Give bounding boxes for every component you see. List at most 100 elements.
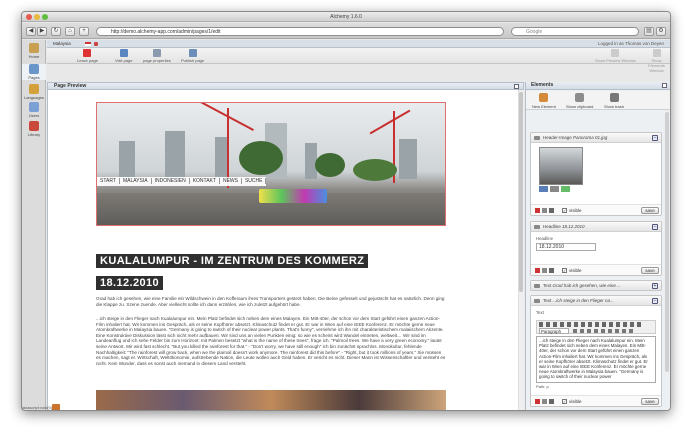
- publish-page-button[interactable]: Publish page: [181, 49, 204, 63]
- save-button[interactable]: save: [641, 398, 659, 405]
- element-footer: ✓ visible save: [531, 264, 661, 275]
- nav-languages[interactable]: Languages: [22, 84, 46, 100]
- building: [399, 139, 417, 179]
- show-trash-button[interactable]: Show trash: [604, 93, 624, 109]
- drag-handle-icon[interactable]: [534, 284, 540, 288]
- elements-header: Elements: [526, 82, 670, 90]
- panorama-photo: [97, 103, 445, 225]
- forward-icon[interactable]: ▶: [37, 27, 47, 36]
- nav-users[interactable]: Users: [22, 102, 46, 118]
- clipboard-icon: [575, 93, 585, 102]
- collapse-icon[interactable]: –: [652, 298, 658, 304]
- element-text[interactable]: Text ...ich steige in den Flieger na... –…: [530, 295, 662, 407]
- article-body[interactable]: ...ich steige in den Flieger nach Kualal…: [96, 316, 446, 366]
- elements-scrollbar[interactable]: [665, 112, 669, 372]
- trash-icon: [609, 93, 619, 102]
- page-properties-button[interactable]: page properties: [143, 49, 171, 63]
- visit-page-button[interactable]: Visit page: [115, 49, 133, 63]
- window-title: Alchemy 1.6.0: [330, 14, 362, 20]
- show-preview-window-button[interactable]: Show Preview Window: [595, 49, 636, 63]
- element-footer: ✓ visible save: [531, 204, 661, 215]
- photo-strip: [96, 390, 446, 410]
- leave-page-button[interactable]: Leave page: [77, 49, 98, 63]
- back-icon[interactable]: ◀: [26, 27, 36, 36]
- preview-scrollbar[interactable]: [518, 90, 524, 410]
- format-select[interactable]: Paragraph: [539, 328, 569, 334]
- settings-icon[interactable]: ⚙: [656, 27, 666, 36]
- article-intro[interactable]: Grad hab ich gesehen, wie eine Familie e…: [96, 296, 446, 307]
- home-icon: [29, 43, 39, 53]
- headline-input[interactable]: 18.12.2010: [536, 243, 596, 251]
- page-toolbar: Leave page Visit page page properties Pu…: [47, 48, 670, 73]
- nav-indonesien[interactable]: INDONESIEN: [151, 178, 190, 184]
- page-tab-strip: Malaysia Logged in as Thomas von Deyen: [47, 40, 670, 48]
- zoom-window-icon[interactable]: [42, 14, 48, 20]
- show-clipboard-button[interactable]: Show clipboard: [566, 93, 593, 109]
- nav-home[interactable]: Home: [22, 43, 46, 59]
- collapse-icon[interactable]: –: [652, 135, 658, 141]
- page-menu-icon[interactable]: ▤: [644, 27, 654, 36]
- bus: [259, 189, 327, 203]
- nav-kontakt[interactable]: KONTAKT: [189, 178, 220, 184]
- close-tab-icon[interactable]: [94, 42, 98, 46]
- element-header[interactable]: Header-Image Panorama 01.jpg –: [531, 133, 661, 143]
- nav-start[interactable]: START: [97, 178, 120, 184]
- element-action-icons[interactable]: [535, 208, 559, 213]
- editor-tool-icons[interactable]: [573, 329, 633, 333]
- visit-icon: [119, 49, 128, 57]
- field-label: Headline: [536, 236, 553, 241]
- elements-window-icon[interactable]: [662, 83, 667, 88]
- nav-suche[interactable]: SUCHE: [241, 178, 267, 184]
- collapse-icon[interactable]: –: [652, 224, 658, 230]
- tree: [239, 141, 283, 175]
- nav-news[interactable]: NEWS: [219, 178, 242, 184]
- element-headline[interactable]: Headline 18.12.2010– Headline 18.12.2010…: [530, 221, 662, 276]
- visible-checkbox[interactable]: ✓: [562, 399, 567, 404]
- browser-window: Alchemy 1.6.0 ◀ ▶ ↻ ⌂ + http://demo.alch…: [21, 11, 671, 411]
- image-tool-icons[interactable]: [539, 186, 583, 192]
- scroll-thumb[interactable]: [519, 92, 523, 292]
- visible-checkbox[interactable]: ✓: [562, 268, 567, 273]
- visible-checkbox[interactable]: ✓: [562, 208, 567, 213]
- editor-toolbar: Paragraph: [536, 320, 656, 334]
- image-thumbnail[interactable]: [539, 147, 583, 185]
- close-window-icon[interactable]: [26, 14, 32, 20]
- show-elements-window-button[interactable]: Show Elements Window: [643, 49, 670, 73]
- article-date[interactable]: 18.12.2010: [96, 276, 164, 290]
- article-headline[interactable]: KUALALUMPUR - IM ZENTRUM DES KOMMERZ: [96, 254, 369, 268]
- add-bookmark-icon[interactable]: +: [79, 27, 89, 36]
- rich-text-editor[interactable]: ...ich steige in den Flieger nach Kualal…: [536, 336, 656, 383]
- drag-handle-icon[interactable]: [534, 225, 540, 229]
- nav-library[interactable]: Library: [22, 121, 46, 137]
- expand-icon[interactable]: +: [652, 283, 658, 289]
- nav-pages[interactable]: Pages: [22, 64, 46, 80]
- save-button[interactable]: save: [641, 267, 659, 274]
- header-image[interactable]: START MALAYSIA INDONESIEN KONTAKT NEWS SUCHE: [96, 102, 446, 226]
- minimize-window-icon[interactable]: [34, 14, 40, 20]
- elements-panel: Elements New Element Show clipboard Show…: [525, 82, 670, 410]
- element-action-icons[interactable]: [535, 268, 559, 273]
- element-action-icons[interactable]: [535, 399, 559, 404]
- nav-malaysia[interactable]: MALAYSIA: [119, 178, 152, 184]
- element-header[interactable]: Text ...ich steige in den Flieger na... –: [531, 296, 661, 306]
- element-header[interactable]: Headline 18.12.2010–: [531, 222, 661, 232]
- formatting-icons[interactable]: [539, 322, 643, 327]
- preview-window-icon[interactable]: [514, 84, 519, 89]
- drag-handle-icon[interactable]: [534, 136, 540, 140]
- preview-window-icon: [611, 49, 620, 57]
- reload-icon[interactable]: ↻: [51, 27, 61, 36]
- status-bar-text: javascript:void(0): [22, 405, 53, 410]
- search-input[interactable]: Google: [511, 27, 639, 36]
- drag-handle-icon[interactable]: [534, 299, 540, 303]
- new-element-button[interactable]: New Element: [532, 93, 556, 109]
- save-button[interactable]: save: [641, 207, 659, 214]
- page-tab[interactable]: Malaysia: [53, 40, 71, 48]
- element-header[interactable]: Text Grad hab ich gesehen, wie eine ... +: [531, 281, 661, 290]
- home-icon[interactable]: ⌂: [65, 27, 75, 36]
- site-navigation: START MALAYSIA INDONESIEN KONTAKT NEWS SUCHE: [97, 177, 267, 186]
- element-header-image[interactable]: Header-Image Panorama 01.jpg – ✓ visible sa…: [530, 132, 662, 216]
- new-element-icon: [539, 93, 549, 102]
- leave-icon: [83, 49, 92, 57]
- element-text-collapsed[interactable]: Text Grad hab ich gesehen, wie eine ... +: [530, 280, 662, 291]
- address-bar[interactable]: http://demo.alchemy-app.com/admin/pages/…: [96, 27, 504, 36]
